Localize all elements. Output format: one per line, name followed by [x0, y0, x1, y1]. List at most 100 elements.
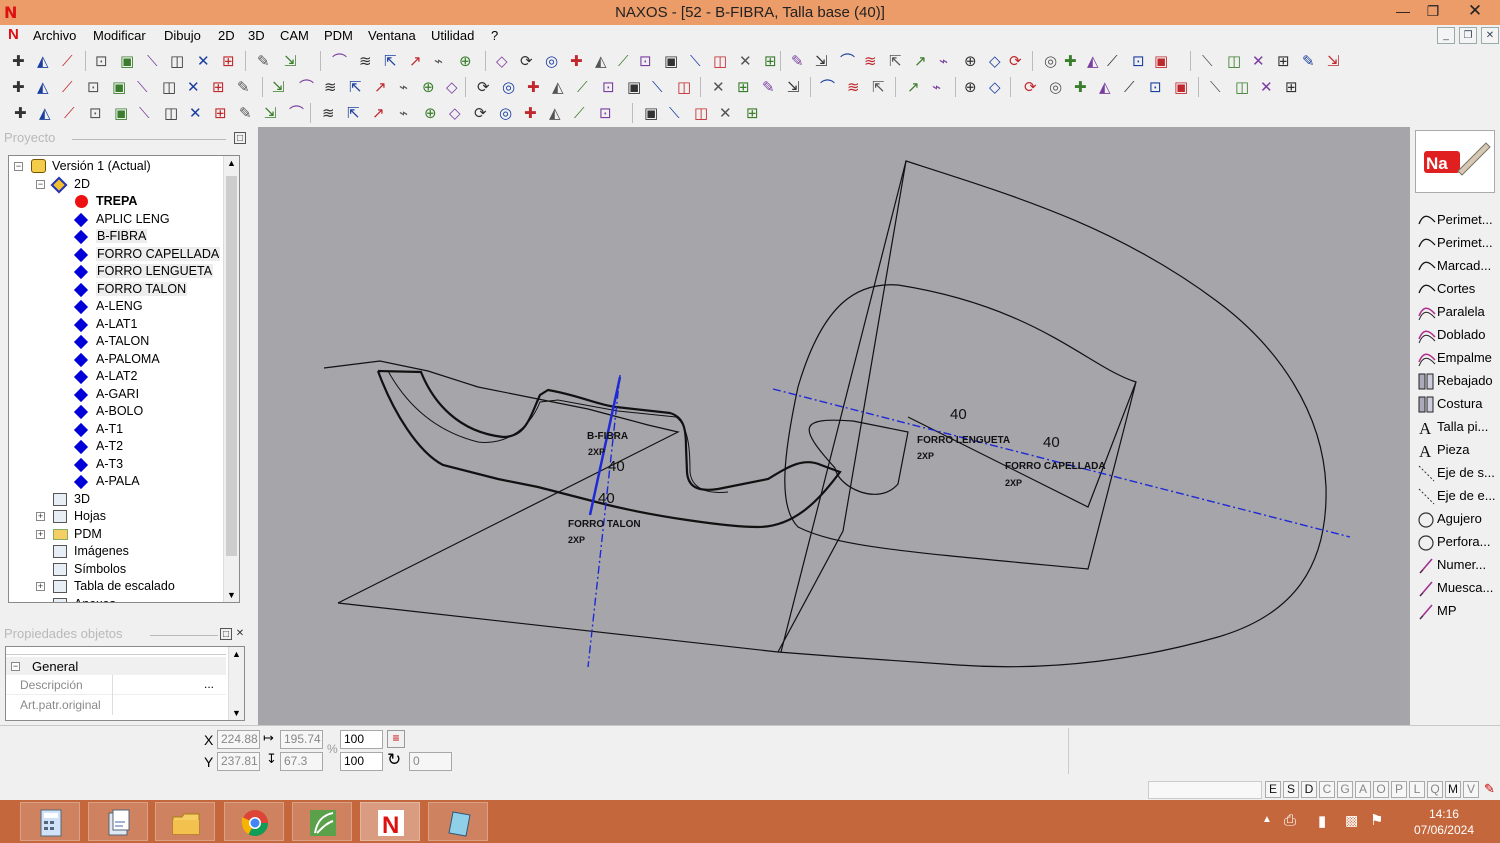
globe-icon[interactable]: ⟍: [1208, 77, 1228, 97]
bezier-icon[interactable]: ◭: [593, 51, 613, 71]
folder-tool-icon[interactable]: ▣: [1172, 77, 1192, 97]
triangle-icon[interactable]: ◫: [160, 77, 180, 97]
circle-icon[interactable]: ◎: [543, 51, 563, 71]
edit-icon[interactable]: ✕: [710, 77, 730, 97]
nodes-icon[interactable]: ◭: [547, 103, 567, 123]
corner2-icon[interactable]: ⊡: [85, 77, 105, 97]
height-tool-icon[interactable]: ◫: [692, 103, 712, 123]
box-icon[interactable]: ⊞: [1283, 77, 1303, 97]
status-toggle-d[interactable]: D: [1301, 781, 1317, 798]
tree-item[interactable]: A-T1: [9, 421, 223, 438]
y-coord-field[interactable]: 237.81: [217, 752, 260, 771]
close2-icon[interactable]: ⊡: [597, 103, 617, 123]
menu-2d[interactable]: 2D: [218, 28, 235, 43]
menu-modificar[interactable]: Modificar: [93, 28, 146, 43]
arc3-icon[interactable]: ◭: [35, 77, 55, 97]
delete2-icon[interactable]: ⇱: [345, 103, 365, 123]
grid2-icon[interactable]: ✚: [522, 103, 542, 123]
status-toggle-e[interactable]: E: [1265, 781, 1281, 798]
zoom-out-icon[interactable]: ⊡: [1130, 51, 1150, 71]
tree-item[interactable]: − 2D: [9, 176, 223, 193]
flag-icon[interactable]: ⚑: [1370, 811, 1383, 829]
eraser-icon[interactable]: ⊕: [457, 51, 477, 71]
dots-icon[interactable]: ⊞: [210, 77, 230, 97]
props-scroll-down-icon[interactable]: ▼: [232, 708, 241, 718]
menu-utilidad[interactable]: Utilidad: [431, 28, 474, 43]
ellipsis-button[interactable]: ...: [204, 677, 214, 691]
paint-icon[interactable]: ⇲: [282, 51, 302, 71]
task-documents[interactable]: [88, 802, 148, 841]
new-file-icon[interactable]: ✚: [10, 51, 30, 71]
move-tool-icon[interactable]: ⟍: [137, 103, 157, 123]
hand-icon[interactable]: ⇱: [887, 51, 907, 71]
tool-icon[interactable]: ⇲: [1325, 51, 1345, 71]
scribble-icon[interactable]: ⊞: [212, 103, 232, 123]
width-tool-icon[interactable]: ⟍: [667, 103, 687, 123]
save-icon[interactable]: ⟋: [60, 51, 80, 71]
ink-icon[interactable]: ⊕: [422, 103, 442, 123]
status-toggle-m[interactable]: M: [1445, 781, 1461, 798]
mirror-icon[interactable]: ⌁: [397, 77, 417, 97]
cut-icon[interactable]: ≋: [322, 77, 342, 97]
db-icon[interactable]: ⌁: [397, 103, 417, 123]
zoom2-icon[interactable]: ◇: [987, 77, 1007, 97]
props-scroll-up-icon[interactable]: ▲: [232, 649, 241, 659]
split2-icon[interactable]: ◎: [497, 103, 517, 123]
node-icon[interactable]: ⇱: [382, 51, 402, 71]
tree-item[interactable]: B-FIBRA: [9, 228, 223, 245]
minimize-icon[interactable]: —: [1386, 0, 1420, 22]
task-tablet-app[interactable]: [428, 802, 488, 841]
tree-item[interactable]: A-PALA: [9, 473, 223, 490]
graph-icon[interactable]: ↗: [370, 103, 390, 123]
redo-icon[interactable]: ◫: [168, 51, 188, 71]
trim-icon[interactable]: ◇: [444, 77, 464, 97]
zoom-icon[interactable]: ⊕: [962, 77, 982, 97]
lamp-icon[interactable]: ◫: [1233, 77, 1253, 97]
angle-icon[interactable]: ▣: [625, 77, 645, 97]
task-plant-app[interactable]: [292, 802, 352, 841]
tree-item[interactable]: + Hojas: [9, 508, 223, 525]
signal-icon[interactable]: ▩: [1345, 812, 1358, 829]
task-calculator[interactable]: [20, 802, 80, 841]
export-icon[interactable]: ◇: [987, 51, 1007, 71]
collapse-icon[interactable]: −: [36, 179, 45, 189]
settings-icon[interactable]: ⊡: [93, 51, 113, 71]
tree-item[interactable]: A-LAT1: [9, 316, 223, 333]
menu-ventana[interactable]: Ventana: [368, 28, 416, 43]
shirt-icon[interactable]: ⊡: [1147, 77, 1167, 97]
rect-icon[interactable]: ≋: [862, 51, 882, 71]
printer-icon[interactable]: ⎙: [1284, 812, 1296, 829]
split-icon[interactable]: ↗: [372, 77, 392, 97]
status-toggle-a[interactable]: A: [1355, 781, 1371, 798]
tree-item[interactable]: Símbolos: [9, 561, 223, 578]
rotate-icon[interactable]: ⊞: [735, 77, 755, 97]
info-icon[interactable]: ▣: [118, 51, 138, 71]
hatch-icon[interactable]: ✎: [235, 77, 255, 97]
hatch2-icon[interactable]: ⊡: [87, 103, 107, 123]
pin-icon[interactable]: □: [234, 132, 246, 144]
tree-scrollbar[interactable]: ▲ ▼: [223, 156, 239, 602]
task-explorer[interactable]: [155, 802, 215, 841]
tree-item[interactable]: A-GARI: [9, 386, 223, 403]
collapse-icon[interactable]: −: [11, 662, 20, 671]
corner3-icon[interactable]: ▣: [110, 77, 130, 97]
mdi-restore-icon[interactable]: ❐: [1459, 27, 1477, 44]
curve2-icon[interactable]: ⊡: [600, 77, 620, 97]
tree-item[interactable]: A-TALON: [9, 333, 223, 350]
cancel-icon[interactable]: ≋: [357, 51, 377, 71]
marks-icon[interactable]: ◫: [162, 103, 182, 123]
zoom-in-icon[interactable]: ⟋: [1105, 51, 1125, 71]
status-toggle-c[interactable]: C: [1319, 781, 1335, 798]
wave2-icon[interactable]: ⟍: [650, 77, 670, 97]
help-icon[interactable]: ✕: [1250, 51, 1270, 71]
task-chrome[interactable]: [224, 802, 284, 841]
zoom-fit-icon[interactable]: ▣: [1152, 51, 1172, 71]
rotate2-icon[interactable]: ✎: [760, 77, 780, 97]
props-close-icon[interactable]: ✕: [234, 628, 246, 640]
copy-icon[interactable]: ⊞: [220, 51, 240, 71]
refresh-icon[interactable]: ⌒: [287, 103, 307, 123]
arc-tool-icon[interactable]: ✚: [10, 77, 30, 97]
corner-icon[interactable]: ⟋: [60, 77, 80, 97]
line2-icon[interactable]: ⟳: [475, 77, 495, 97]
scroll-up-icon[interactable]: ▲: [227, 158, 236, 168]
